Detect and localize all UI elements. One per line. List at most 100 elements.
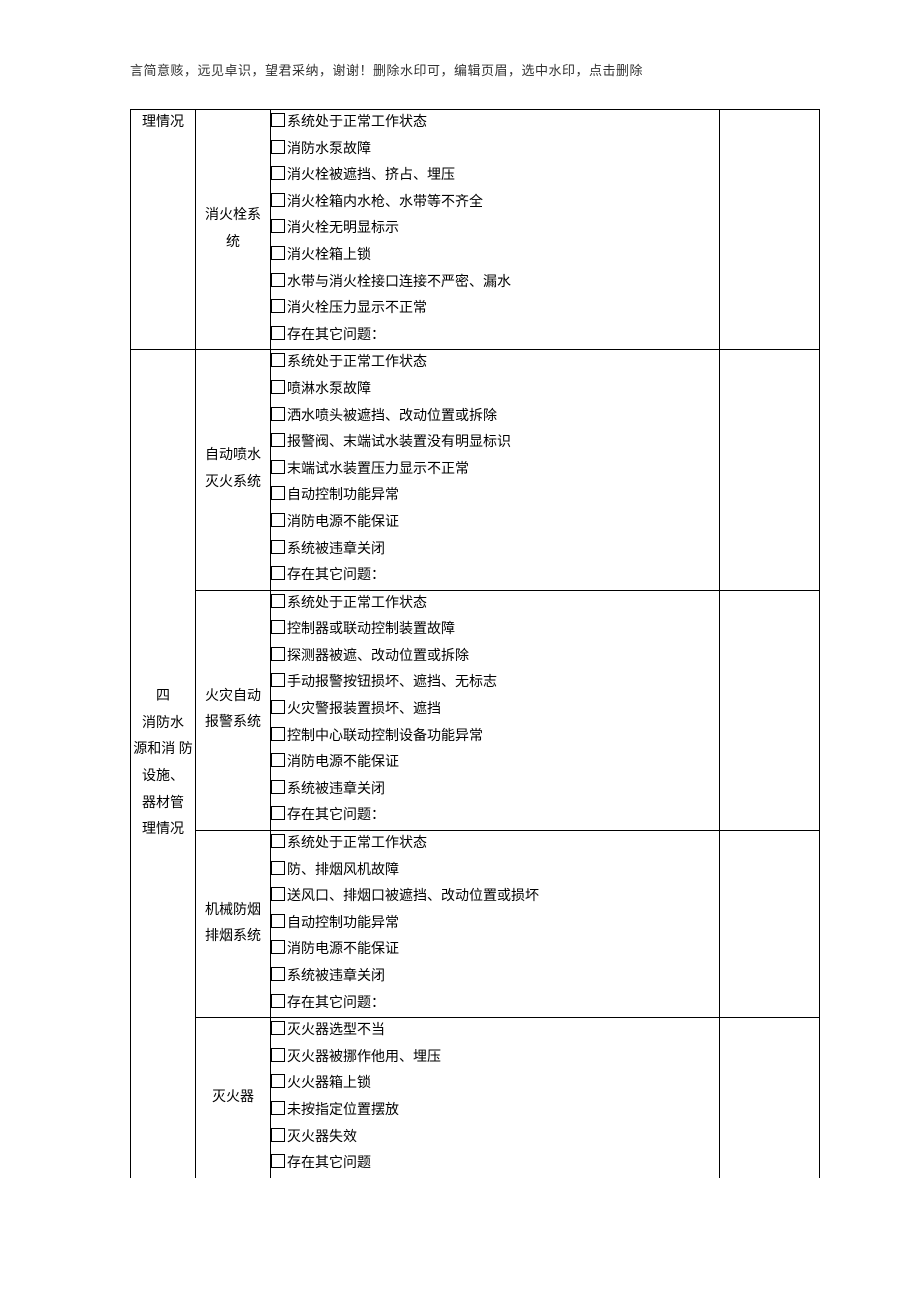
check-item: 未按指定位置摆放 bbox=[271, 1098, 719, 1125]
check-item: 消火栓压力显示不正常 bbox=[271, 296, 719, 323]
check-item: 手动报警按钮损坏、遮挡、无标志 bbox=[271, 670, 719, 697]
checkbox-icon bbox=[271, 834, 285, 848]
checkbox-icon bbox=[271, 861, 285, 875]
check-item: 控制器或联动控制装置故障 bbox=[271, 617, 719, 644]
checkbox-icon bbox=[271, 700, 285, 714]
check-item: 存在其它问题 bbox=[271, 1151, 719, 1178]
table-row: 火灾自动 报警系统 系统处于正常工作状态 控制器或联动控制装置故障 探测器被遮、… bbox=[131, 590, 820, 830]
check-item: 系统处于正常工作状态 bbox=[271, 591, 719, 618]
check-item: 存在其它问题： bbox=[271, 991, 719, 1018]
check-item: 系统被违章关闭 bbox=[271, 777, 719, 804]
checkbox-icon bbox=[271, 753, 285, 767]
checkbox-icon bbox=[271, 193, 285, 207]
check-item: 探测器被遮、改动位置或拆除 bbox=[271, 644, 719, 671]
checkbox-icon bbox=[271, 647, 285, 661]
check-item: 灭火器选型不当 bbox=[271, 1018, 719, 1045]
subsystem-label: 火灾自动 报警系统 bbox=[196, 590, 271, 830]
checklist-cell: 系统处于正常工作状态 消防水泵故障 消火栓被遮挡、挤占、埋压 消火栓箱内水枪、水… bbox=[271, 110, 720, 350]
check-item: 自动控制功能异常 bbox=[271, 483, 719, 510]
checkbox-icon bbox=[271, 727, 285, 741]
check-item: 存在其它问题： bbox=[271, 803, 719, 830]
check-item: 消火栓无明显标示 bbox=[271, 216, 719, 243]
check-item: 防、排烟风机故障 bbox=[271, 858, 719, 885]
checklist-cell: 系统处于正常工作状态 控制器或联动控制装置故障 探测器被遮、改动位置或拆除 手动… bbox=[271, 590, 720, 830]
check-item: 消防电源不能保证 bbox=[271, 510, 719, 537]
check-item: 报警阀、末端试水装置没有明显标识 bbox=[271, 430, 719, 457]
checkbox-icon bbox=[271, 140, 285, 154]
checkbox-icon bbox=[271, 780, 285, 794]
check-item: 送风口、排烟口被遮挡、改动位置或损坏 bbox=[271, 884, 719, 911]
checkbox-icon bbox=[271, 1048, 285, 1062]
check-item: 消防电源不能保证 bbox=[271, 750, 719, 777]
checkbox-icon bbox=[271, 887, 285, 901]
page-header-note: 言简意赅，远见卓识，望君采纳，谢谢！删除水印可，编辑页眉，选中水印，点击删除 bbox=[130, 60, 820, 79]
check-item: 系统被违章关闭 bbox=[271, 964, 719, 991]
remark-cell bbox=[720, 110, 820, 350]
check-item: 末端试水装置压力显示不正常 bbox=[271, 457, 719, 484]
checkbox-icon bbox=[271, 433, 285, 447]
check-item: 消防水泵故障 bbox=[271, 137, 719, 164]
checkbox-icon bbox=[271, 353, 285, 367]
check-item: 消防电源不能保证 bbox=[271, 937, 719, 964]
checkbox-icon bbox=[271, 380, 285, 394]
checkbox-icon bbox=[271, 1074, 285, 1088]
check-item: 喷淋水泵故障 bbox=[271, 377, 719, 404]
checkbox-icon bbox=[271, 246, 285, 260]
checkbox-icon bbox=[271, 219, 285, 233]
checkbox-icon bbox=[271, 513, 285, 527]
check-item: 火火器箱上锁 bbox=[271, 1071, 719, 1098]
checkbox-icon bbox=[271, 967, 285, 981]
check-item: 洒水喷头被遮挡、改动位置或拆除 bbox=[271, 404, 719, 431]
check-item: 系统处于正常工作状态 bbox=[271, 110, 719, 137]
checkbox-icon bbox=[271, 1128, 285, 1142]
table-row: 理情况 消火栓系 统 系统处于正常工作状态 消防水泵故障 消火栓被遮挡、挤占、埋… bbox=[131, 110, 820, 350]
checkbox-icon bbox=[271, 914, 285, 928]
check-item: 消火栓被遮挡、挤占、埋压 bbox=[271, 163, 719, 190]
checkbox-icon bbox=[271, 166, 285, 180]
check-item: 自动控制功能异常 bbox=[271, 911, 719, 938]
checkbox-icon bbox=[271, 460, 285, 474]
remark-cell bbox=[720, 350, 820, 590]
table-row: 机械防烟 排烟系统 系统处于正常工作状态 防、排烟风机故障 送风口、排烟口被遮挡… bbox=[131, 831, 820, 1018]
check-item: 灭火器失效 bbox=[271, 1125, 719, 1152]
checkbox-icon bbox=[271, 407, 285, 421]
check-item: 控制中心联动控制设备功能异常 bbox=[271, 724, 719, 751]
remark-cell bbox=[720, 1018, 820, 1178]
checkbox-icon bbox=[271, 540, 285, 554]
checklist-cell: 系统处于正常工作状态 防、排烟风机故障 送风口、排烟口被遮挡、改动位置或损坏 自… bbox=[271, 831, 720, 1018]
section-label: 四 消防水 源和消 防 设施、 器材管 理情况 bbox=[131, 350, 196, 1178]
section-label-fragment: 理情况 bbox=[131, 110, 195, 137]
remark-cell bbox=[720, 831, 820, 1018]
checkbox-icon bbox=[271, 273, 285, 287]
checkbox-icon bbox=[271, 486, 285, 500]
checklist-cell: 系统处于正常工作状态 喷淋水泵故障 洒水喷头被遮挡、改动位置或拆除 报警阀、末端… bbox=[271, 350, 720, 590]
subsystem-label: 消火栓系 统 bbox=[196, 110, 271, 350]
subsystem-label: 自动喷水 灭火系统 bbox=[196, 350, 271, 590]
check-item: 火灾警报装置损坏、遮挡 bbox=[271, 697, 719, 724]
table-row: 四 消防水 源和消 防 设施、 器材管 理情况 自动喷水 灭火系统 系统处于正常… bbox=[131, 350, 820, 590]
inspection-table: 理情况 消火栓系 统 系统处于正常工作状态 消防水泵故障 消火栓被遮挡、挤占、埋… bbox=[130, 109, 820, 1178]
checkbox-icon bbox=[271, 1101, 285, 1115]
check-item: 灭火器被挪作他用、埋压 bbox=[271, 1045, 719, 1072]
checkbox-icon bbox=[271, 673, 285, 687]
table-row: 灭火器 灭火器选型不当 灭火器被挪作他用、埋压 火火器箱上锁 未按指定位置摆放 … bbox=[131, 1018, 820, 1178]
check-item: 系统处于正常工作状态 bbox=[271, 831, 719, 858]
checkbox-icon bbox=[271, 806, 285, 820]
checkbox-icon bbox=[271, 326, 285, 340]
subsystem-label: 灭火器 bbox=[196, 1018, 271, 1178]
check-item: 存在其它问题： bbox=[271, 563, 719, 590]
checkbox-icon bbox=[271, 113, 285, 127]
check-item: 水带与消火栓接口连接不严密、漏水 bbox=[271, 270, 719, 297]
check-item: 消火栓箱内水枪、水带等不齐全 bbox=[271, 190, 719, 217]
checkbox-icon bbox=[271, 940, 285, 954]
subsystem-label: 机械防烟 排烟系统 bbox=[196, 831, 271, 1018]
checkbox-icon bbox=[271, 566, 285, 580]
checkbox-icon bbox=[271, 594, 285, 608]
checkbox-icon bbox=[271, 620, 285, 634]
check-item: 消火栓箱上锁 bbox=[271, 243, 719, 270]
checkbox-icon bbox=[271, 994, 285, 1008]
check-item: 存在其它问题： bbox=[271, 323, 719, 350]
checkbox-icon bbox=[271, 1154, 285, 1168]
check-item: 系统被违章关闭 bbox=[271, 537, 719, 564]
checklist-cell: 灭火器选型不当 灭火器被挪作他用、埋压 火火器箱上锁 未按指定位置摆放 灭火器失… bbox=[271, 1018, 720, 1178]
